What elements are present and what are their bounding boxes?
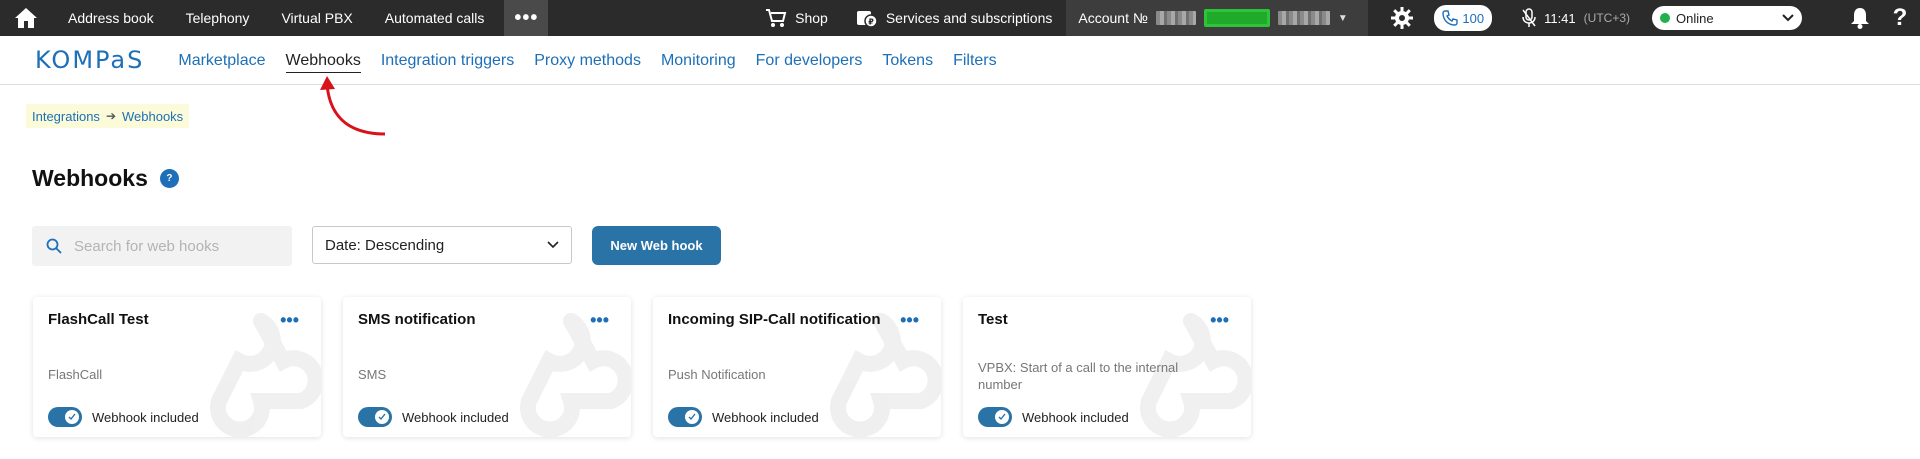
sub-navigation: KOMPaS Marketplace Webhooks Integration …	[0, 36, 1920, 85]
nav-automated-calls[interactable]: Automated calls	[369, 0, 501, 36]
more-dots-icon[interactable]: •••	[504, 0, 549, 36]
new-webhook-button[interactable]: New Web hook	[592, 226, 721, 265]
microphone-icon[interactable]	[1522, 8, 1536, 28]
status-select[interactable]: Online	[1652, 6, 1802, 30]
card-title: Test	[978, 311, 1008, 328]
tabs: Marketplace Webhooks Integration trigger…	[168, 36, 1006, 85]
tab-for-developers[interactable]: For developers	[746, 36, 873, 85]
more-dots-icon[interactable]: •••	[280, 310, 299, 331]
more-dots-icon[interactable]: •••	[590, 310, 609, 331]
webhook-cards: FlashCall Test ••• FlashCall Webhook inc…	[33, 297, 1251, 437]
check-icon	[995, 410, 1009, 424]
help-icon[interactable]: ?	[159, 169, 179, 188]
card-type: SMS	[358, 367, 387, 382]
bell-icon[interactable]	[1840, 0, 1880, 36]
account-balance-redacted	[1203, 9, 1270, 27]
chevron-down-icon: ▼	[1337, 12, 1348, 24]
check-icon	[375, 410, 389, 424]
card-title: Incoming SIP-Call notification	[668, 311, 881, 328]
services-link[interactable]: ₽ Services and subscriptions	[842, 0, 1067, 36]
sort-select[interactable]: Date: Descending	[312, 226, 572, 264]
card-type: FlashCall	[48, 367, 103, 382]
check-icon	[685, 410, 699, 424]
breadcrumb: Integrations ➔ Webhooks	[26, 104, 190, 128]
chevron-down-icon	[547, 241, 559, 249]
toggle-row: Webhook included	[978, 407, 1129, 427]
card-title: SMS notification	[358, 311, 476, 328]
calls-count: 100	[1462, 10, 1485, 26]
toggle-label: Webhook included	[402, 409, 509, 425]
webhook-card[interactable]: Incoming SIP-Call notification ••• Push …	[653, 297, 941, 437]
tab-marketplace[interactable]: Marketplace	[168, 36, 275, 85]
breadcrumb-webhooks[interactable]: Webhooks	[122, 109, 183, 124]
cart-icon	[766, 9, 787, 27]
annotation-arrow	[320, 76, 386, 136]
nav-telephony[interactable]: Telephony	[170, 0, 266, 36]
breadcrumb-integrations[interactable]: Integrations	[32, 109, 100, 124]
card-type: VPBX: Start of a call to the internal nu…	[978, 360, 1179, 392]
webhook-card[interactable]: SMS notification ••• SMS Webhook include…	[343, 297, 631, 437]
clock-time: 11:41	[1544, 10, 1576, 26]
gear-icon[interactable]	[1384, 0, 1420, 36]
chevron-down-icon	[1782, 14, 1794, 22]
toggle-label: Webhook included	[712, 409, 819, 425]
page-title: Webhooks	[32, 165, 148, 191]
status-dot	[1660, 13, 1670, 23]
help-icon[interactable]: ?	[1880, 0, 1920, 36]
toggle-row: Webhook included	[358, 407, 509, 427]
webhook-card[interactable]: Test ••• VPBX: Start of a call to the in…	[963, 297, 1251, 437]
clock: 11:41 (UTC+3)	[1522, 8, 1630, 28]
card-title: FlashCall Test	[48, 311, 149, 328]
webhook-toggle[interactable]	[978, 407, 1012, 427]
shop-label: Shop	[795, 10, 828, 26]
sort-value: Date: Descending	[325, 236, 445, 254]
webhook-toggle[interactable]	[48, 407, 82, 427]
tab-proxy-methods[interactable]: Proxy methods	[524, 36, 651, 85]
account-name-redacted	[1277, 11, 1330, 25]
svg-text:₽: ₽	[868, 18, 874, 27]
arrow-right-icon: ➔	[105, 109, 116, 123]
search-box	[32, 226, 292, 266]
check-icon	[65, 410, 79, 424]
nav-virtual-pbx[interactable]: Virtual PBX	[265, 0, 368, 36]
toggle-label: Webhook included	[92, 409, 199, 425]
account-selector[interactable]: Account № ▼	[1066, 0, 1369, 36]
tab-filters[interactable]: Filters	[943, 36, 1007, 85]
search-input[interactable]	[74, 237, 274, 255]
shop-link[interactable]: Shop	[751, 0, 842, 36]
phone-icon	[1442, 10, 1459, 26]
account-label: Account №	[1078, 10, 1148, 26]
page-header: Webhooks ?	[32, 165, 179, 192]
clock-timezone: (UTC+3)	[1583, 11, 1630, 25]
logo[interactable]: KOMPaS	[35, 46, 144, 74]
toggle-row: Webhook included	[48, 407, 199, 427]
toggle-row: Webhook included	[668, 407, 819, 427]
search-icon	[46, 238, 62, 254]
nav-address-book[interactable]: Address book	[52, 0, 170, 36]
calls-counter[interactable]: 100	[1434, 5, 1493, 31]
webhook-toggle[interactable]	[668, 407, 702, 427]
tab-monitoring[interactable]: Monitoring	[651, 36, 746, 85]
webhook-card[interactable]: FlashCall Test ••• FlashCall Webhook inc…	[33, 297, 321, 437]
card-type: Push Notification	[668, 367, 766, 382]
more-dots-icon[interactable]: •••	[900, 310, 919, 331]
status-label: Online	[1676, 10, 1714, 26]
tab-tokens[interactable]: Tokens	[872, 36, 943, 85]
home-icon[interactable]	[0, 0, 52, 36]
top-bar: Address book Telephony Virtual PBX Autom…	[0, 0, 1920, 36]
toggle-label: Webhook included	[1022, 409, 1129, 425]
account-number-redacted	[1155, 11, 1196, 25]
webhook-toggle[interactable]	[358, 407, 392, 427]
more-dots-icon[interactable]: •••	[1210, 310, 1229, 331]
services-icon: ₽	[856, 11, 878, 28]
services-label: Services and subscriptions	[885, 10, 1053, 26]
